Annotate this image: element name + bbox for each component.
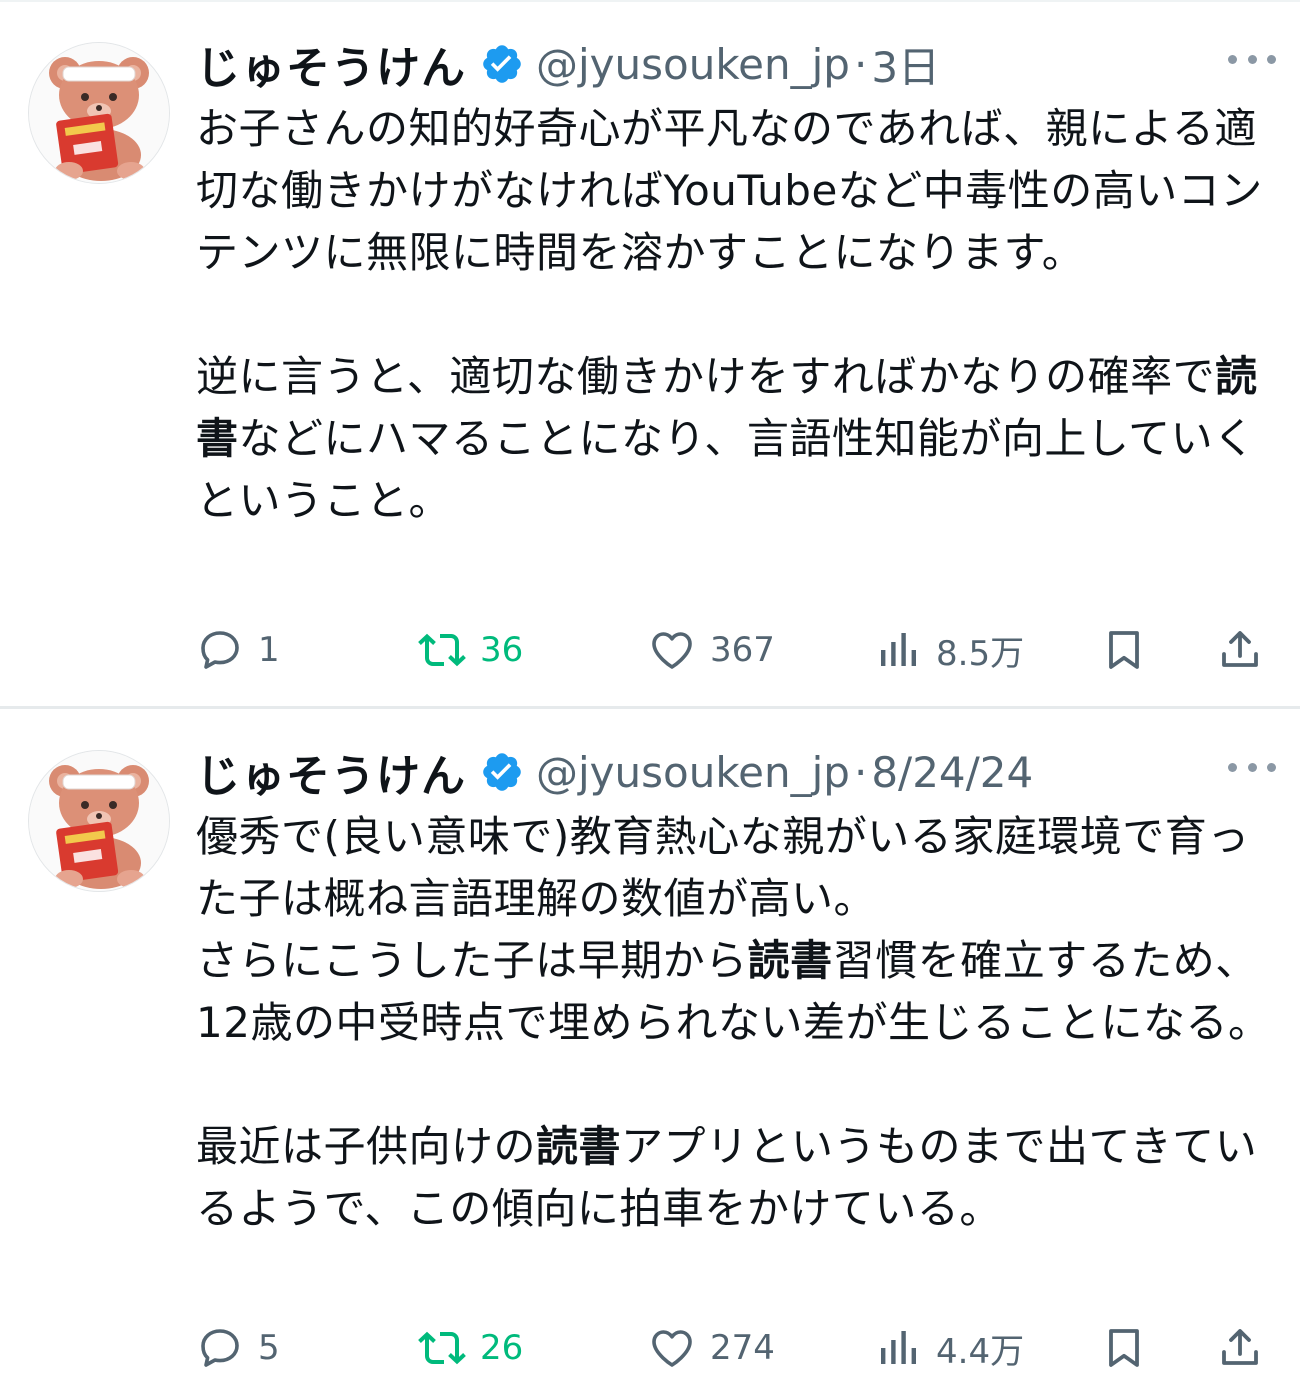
like-count: 367 [710,630,775,670]
tweet[interactable]: じゅそうけん @jyusouken_jp · 8/24/24 優秀で(良い意味で… [0,710,1300,1397]
bookmark-icon [1109,1329,1139,1367]
verified-badge-icon [483,45,521,83]
retweet-button[interactable]: 36 [418,620,523,680]
retweet-icon [418,1331,466,1365]
separator-dot: · [853,39,868,89]
share-icon [1222,1329,1258,1365]
views-button[interactable]: 4.4万 [874,1318,1024,1378]
more-icon[interactable] [1228,752,1276,782]
bear-mascot-icon [29,43,169,183]
user-handle[interactable]: @jyusouken_jp [536,40,850,89]
views-icon [881,633,916,666]
bold-text: 読書 [536,1122,622,1171]
avatar[interactable] [28,42,170,184]
views-count: 8.5万 [936,633,1025,674]
user-name[interactable]: じゅそうけん [196,740,466,804]
user-name[interactable]: じゅそうけん [196,32,466,96]
reply-icon [201,1329,239,1367]
tweet-header: じゅそうけん @jyusouken_jp · 3日 [196,32,1276,96]
text-segment: お子さんの知的好奇心が平凡なのであれば、親による適切な働きかけがなければYouT… [196,104,1263,401]
action-bar: 5 26 274 4.4万 [196,1318,1276,1378]
separator-dot: · [853,747,868,797]
bookmark-button[interactable] [1100,620,1148,680]
views-icon [881,1331,916,1364]
like-button[interactable]: 274 [648,1318,775,1378]
tweet-date[interactable]: 3日 [871,34,940,95]
share-icon [1222,631,1258,667]
verified-badge-icon [483,753,521,791]
tweet-text: お子さんの知的好奇心が平凡なのであれば、親による適切な働きかけがなければYouT… [196,98,1276,532]
reply-button[interactable]: 1 [196,620,280,680]
text-segment: などにハマることになり、言語性知能が向上していくということ。 [196,414,1256,525]
like-icon [652,1330,692,1367]
tweet-divider [0,706,1300,709]
bold-text: 読書 [747,936,833,985]
retweet-button[interactable]: 26 [418,1318,523,1378]
reply-icon [201,631,239,669]
retweet-icon [418,633,466,667]
like-button[interactable]: 367 [648,620,775,680]
reply-count: 1 [258,630,280,670]
reply-button[interactable]: 5 [196,1318,280,1378]
retweet-count: 26 [480,1328,524,1368]
user-handle[interactable]: @jyusouken_jp [536,748,850,797]
more-icon[interactable] [1228,44,1276,74]
bookmark-icon [1109,631,1139,669]
views-button[interactable]: 8.5万 [874,620,1024,680]
tweet-content: じゅそうけん @jyusouken_jp · 8/24/24 優秀で(良い意味で… [196,740,1276,1240]
tweet-content: じゅそうけん @jyusouken_jp · 3日 お子さんの知的好奇心が平凡な… [196,32,1276,532]
like-icon [652,632,692,669]
share-button[interactable] [1216,1318,1264,1378]
avatar[interactable] [28,750,170,892]
retweet-count: 36 [480,630,524,670]
tweet-header: じゅそうけん @jyusouken_jp · 8/24/24 [196,740,1276,804]
views-count: 4.4万 [936,1331,1025,1372]
reply-count: 5 [258,1328,280,1368]
share-button[interactable] [1216,620,1264,680]
like-count: 274 [710,1328,775,1368]
action-bar: 1 36 367 8.5万 [196,620,1276,680]
bear-mascot-icon [29,751,169,891]
bookmark-button[interactable] [1100,1318,1148,1378]
tweet-date[interactable]: 8/24/24 [871,748,1033,797]
tweet-text: 優秀で(良い意味で)教育熱心な親がいる家庭環境で育った子は概ね言語理解の数値が高… [196,806,1276,1240]
tweet[interactable]: じゅそうけん @jyusouken_jp · 3日 お子さんの知的好奇心が平凡な… [0,2,1300,706]
